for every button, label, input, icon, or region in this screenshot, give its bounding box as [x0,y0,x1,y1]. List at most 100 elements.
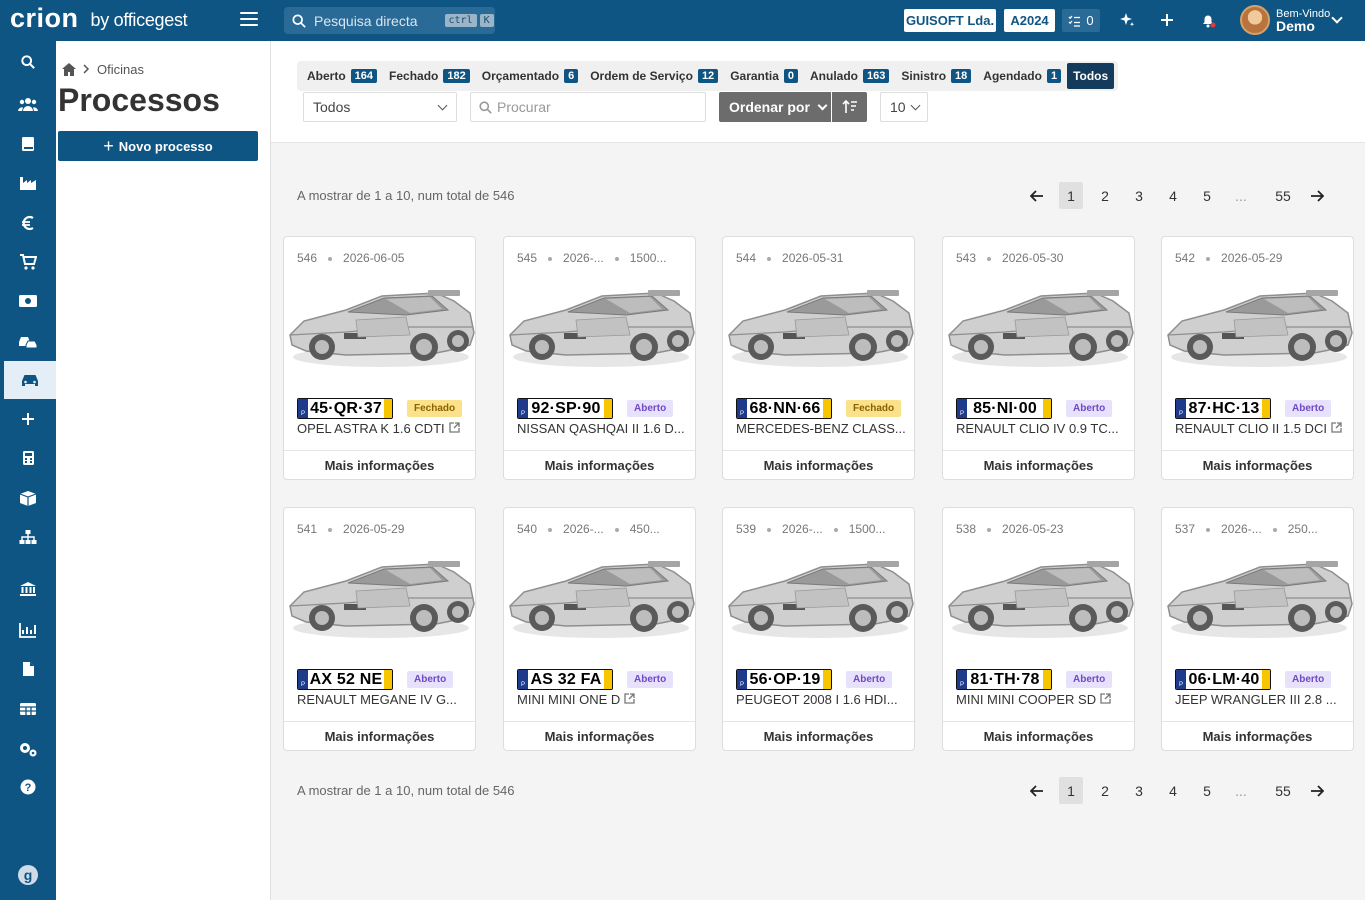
vehicle-model-text: PEUGEOT 2008 I 1.6 HDI... [736,692,898,707]
tab-count-badge: 1 [1046,69,1062,83]
search-input[interactable]: Procurar [470,92,706,122]
tab-todos[interactable]: Todos [1067,63,1115,89]
tab-oramentado[interactable]: Orçamentado 6 [476,63,584,89]
status-badge: Fechado [846,400,902,417]
tab-agendado[interactable]: Agendado 1 [977,63,1067,89]
sidebar-item-reports[interactable] [0,611,56,649]
home-icon[interactable] [62,63,76,76]
tab-ordemdeservio[interactable]: Ordem de Serviço 12 [584,63,724,89]
more-info-button[interactable]: Mais informações [284,721,475,750]
user-menu[interactable]: Bem-Vindo Demo [1276,8,1330,33]
tab-fechado[interactable]: Fechado 182 [383,63,476,89]
license-plate: P 06·LM·40 [1175,669,1271,690]
page-button[interactable]: 2 [1093,182,1117,209]
vehicle-model[interactable]: MINI MINI ONE D [517,692,635,707]
status-select[interactable]: Todos [303,92,457,122]
page-button[interactable]: 55 [1271,777,1295,804]
tab-label: Sinistro [901,69,947,83]
vehicle-model[interactable]: JEEP WRANGLER III 2.8 ... [1175,692,1337,707]
sidebar-item-hr[interactable] [0,518,56,556]
sidebar-item-catalog[interactable] [0,125,56,163]
next-page-button[interactable] [1305,182,1329,209]
tasks-button[interactable]: 0 [1062,9,1100,32]
next-page-button[interactable] [1305,777,1329,804]
more-info-button[interactable]: Mais informações [943,721,1134,750]
more-info-button[interactable]: Mais informações [504,721,695,750]
more-info-button[interactable]: Mais informações [723,721,914,750]
tab-aberto[interactable]: Aberto 164 [301,63,383,89]
more-info-button[interactable]: Mais informações [504,450,695,479]
more-info-button[interactable]: Mais informações [1162,450,1353,479]
page-button[interactable]: 2 [1093,777,1117,804]
tab-count-badge: 12 [697,69,719,83]
sidebar-item-purchases[interactable] [0,243,56,281]
page-button[interactable]: 4 [1161,777,1185,804]
sidebar-item-documents[interactable] [0,650,56,688]
tab-anulado[interactable]: Anulado 163 [804,63,895,89]
vehicle-model[interactable]: MERCEDES-BENZ CLASS... [736,421,906,436]
page-button[interactable]: 5 [1195,777,1219,804]
breadcrumb-section[interactable]: Oficinas [97,62,144,77]
sidebar-item-tables[interactable] [0,690,56,728]
vehicle-model[interactable]: MINI MINI COOPER SD [956,692,1111,707]
sidebar-item-finance[interactable] [0,204,56,242]
add-icon[interactable] [1157,10,1177,30]
sidebar-item-workshop[interactable] [0,361,56,399]
new-process-button[interactable]: + Novo processo [58,131,258,161]
sidebar-item-help[interactable]: ? [0,768,56,806]
sort-by-button[interactable]: Ordenar por [719,92,831,122]
tab-label: Anulado [810,69,858,83]
page-button[interactable]: 1 [1059,777,1083,804]
tab-sinistro[interactable]: Sinistro 18 [895,63,977,89]
vehicle-model[interactable]: RENAULT CLIO II 1.5 DCI [1175,421,1342,436]
external-link-icon[interactable] [1331,422,1342,436]
sidebar-item-fleet[interactable] [0,322,56,360]
sidebar-item-production[interactable] [0,164,56,202]
sidebar-item-clients[interactable] [0,85,56,123]
vehicle-model[interactable]: RENAULT MEGANE IV G... [297,692,457,707]
process-number: 546 [297,251,318,265]
external-link-icon[interactable] [1100,693,1111,707]
prev-page-button[interactable] [1025,777,1049,804]
page-button[interactable]: 5 [1195,182,1219,209]
user-avatar[interactable] [1240,5,1270,35]
company-selector[interactable]: GUISOFT Lda. [904,9,996,32]
menu-toggle-icon[interactable] [240,12,258,28]
tab-garantia[interactable]: Garantia 0 [724,63,804,89]
more-info-button[interactable]: Mais informações [284,450,475,479]
sidebar-item-stock[interactable] [0,479,56,517]
sidebar-item-settings[interactable] [0,730,56,768]
more-info-button[interactable]: Mais informações [1162,721,1353,750]
ai-sparkle-icon[interactable] [1117,10,1137,30]
prev-page-button[interactable] [1025,182,1049,209]
sidebar-item-bank[interactable] [0,570,56,608]
global-search[interactable]: Pesquisa directa ctrl K [284,7,495,34]
page-button[interactable]: 55 [1271,182,1295,209]
plate-number: 85·NI·00 [973,399,1037,417]
more-info-button[interactable]: Mais informações [723,450,914,479]
sidebar-item-sales[interactable] [0,282,56,320]
per-page-select[interactable]: 10 [880,92,928,122]
chevron-down-icon[interactable] [1331,12,1343,24]
page-button[interactable]: 1 [1059,182,1083,209]
more-info-button[interactable]: Mais informações [943,450,1134,479]
page-button[interactable]: 3 [1127,182,1151,209]
vehicle-model[interactable]: OPEL ASTRA K 1.6 CDTI [297,421,460,436]
process-number: 545 [517,251,538,265]
sidebar-item-search[interactable] [0,43,56,81]
sidebar-item-accounting[interactable] [0,439,56,477]
external-link-icon[interactable] [624,693,635,707]
notifications-bell-icon[interactable] [1198,10,1218,30]
process-value: 250... [1287,522,1318,536]
vehicle-model[interactable]: RENAULT CLIO IV 0.9 TC... [956,421,1119,436]
vehicle-model[interactable]: PEUGEOT 2008 I 1.6 HDI... [736,692,898,707]
vehicle-model[interactable]: NISSAN QASHQAI II 1.6 D... [517,421,685,436]
page-button[interactable]: 3 [1127,777,1151,804]
year-selector[interactable]: A2024 [1004,9,1055,32]
external-link-icon[interactable] [448,422,460,436]
sidebar-item-add[interactable] [0,400,56,438]
page-button[interactable]: 4 [1161,182,1185,209]
app-logo[interactable]: crion by officegest [10,4,188,32]
sort-direction-button[interactable] [832,92,867,122]
sidebar-item-app-logo[interactable]: g [0,856,56,894]
